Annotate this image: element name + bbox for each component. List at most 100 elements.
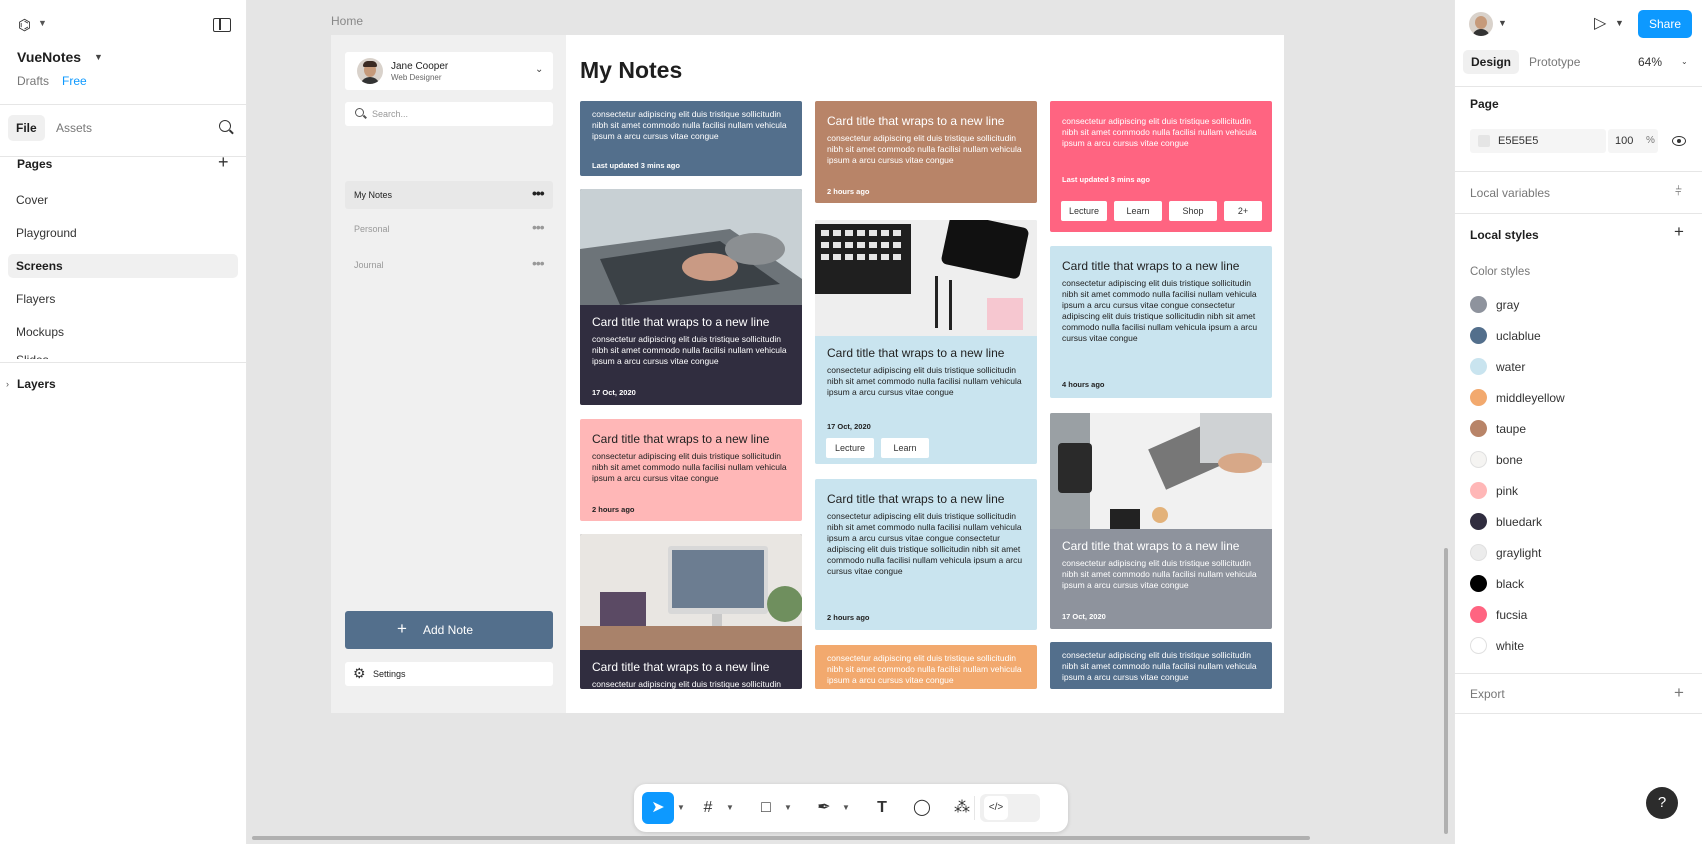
page-item-cover[interactable]: Cover: [8, 188, 238, 212]
variables-icon[interactable]: ⫩: [1675, 184, 1682, 199]
frame-label[interactable]: Home: [331, 14, 363, 28]
page-color-hex[interactable]: E5E5E5: [1498, 135, 1538, 147]
note-card[interactable]: Card title that wraps to a new line cons…: [1050, 413, 1272, 629]
nav-item-my-notes[interactable]: My Notes •••: [345, 181, 553, 209]
chevron-down-icon[interactable]: ▼: [677, 803, 685, 812]
search-icon: [355, 108, 364, 117]
more-icon[interactable]: •••: [532, 255, 545, 271]
help-button[interactable]: ?: [1646, 787, 1678, 819]
move-tool-icon[interactable]: ➤: [642, 792, 674, 824]
card-date: 17 Oct, 2020: [827, 422, 871, 431]
dev-mode-toggle[interactable]: </>: [980, 794, 1040, 822]
canvas[interactable]: Home Jane Cooper Web Designer ⌄ Search..…: [248, 0, 1454, 844]
note-card[interactable]: Card title that wraps to a new line cons…: [580, 534, 802, 689]
chevron-down-icon[interactable]: ▼: [1615, 18, 1624, 28]
project-name[interactable]: VueNotes: [17, 49, 81, 65]
note-card[interactable]: consectetur adipiscing elit duis tristiq…: [1050, 642, 1272, 689]
card-body: consectetur adipiscing elit duis tristiq…: [592, 679, 781, 689]
page-opacity-field[interactable]: 100 %: [1608, 129, 1658, 153]
plan-badge[interactable]: Free: [62, 74, 87, 88]
layers-section[interactable]: › Layers: [0, 362, 247, 391]
frame-tool-icon[interactable]: #: [692, 792, 724, 824]
color-swatch[interactable]: [1478, 135, 1490, 147]
add-style-icon[interactable]: +: [1674, 222, 1684, 242]
more-icon[interactable]: •••: [532, 185, 545, 201]
local-variables-label[interactable]: Local variables: [1470, 186, 1550, 200]
add-page-icon[interactable]: +: [218, 152, 229, 173]
add-export-icon[interactable]: +: [1674, 683, 1684, 703]
tag-chip[interactable]: Lecture: [826, 438, 874, 458]
chevron-down-icon[interactable]: ▼: [38, 18, 47, 28]
note-card[interactable]: consectetur adipiscing elit duis tristiq…: [580, 101, 802, 176]
search-placeholder: Search...: [372, 109, 409, 119]
tab-prototype[interactable]: Prototype: [1529, 50, 1580, 74]
home-frame[interactable]: Jane Cooper Web Designer ⌄ Search... My …: [331, 35, 1284, 713]
local-variables-section[interactable]: Local variables: [1455, 171, 1702, 213]
add-note-button[interactable]: + Add Note: [345, 611, 553, 649]
export-label[interactable]: Export: [1470, 687, 1505, 701]
avatar[interactable]: [1469, 12, 1493, 36]
chevron-down-icon[interactable]: ▼: [842, 803, 850, 812]
card-title: Card title that wraps to a new line: [827, 114, 1005, 128]
note-card[interactable]: Card title that wraps to a new line cons…: [815, 479, 1037, 630]
share-button[interactable]: Share: [1638, 10, 1692, 38]
nav-label: Journal: [354, 260, 384, 270]
nav-item-journal[interactable]: Journal •••: [345, 251, 553, 279]
card-title: Card title that wraps to a new line: [1062, 539, 1240, 553]
tab-file[interactable]: File: [8, 115, 45, 141]
chevron-down-icon[interactable]: ▼: [94, 52, 103, 62]
note-card[interactable]: consectetur adipiscing elit duis tristiq…: [815, 645, 1037, 689]
tag-chip[interactable]: Learn: [1114, 201, 1162, 221]
user-card[interactable]: Jane Cooper Web Designer ⌄: [345, 52, 553, 90]
tab-assets[interactable]: Assets: [48, 115, 100, 141]
note-card[interactable]: Card title that wraps to a new line cons…: [1050, 246, 1272, 398]
note-card[interactable]: Card title that wraps to a new line cons…: [815, 101, 1037, 203]
figma-logo-icon[interactable]: ⌬: [18, 16, 31, 34]
eye-icon[interactable]: [1672, 136, 1686, 146]
note-card[interactable]: Card title that wraps to a new line cons…: [580, 419, 802, 521]
card-date: 2 hours ago: [592, 505, 635, 514]
horizontal-scrollbar[interactable]: [252, 836, 1310, 840]
color-swatch: [1470, 544, 1487, 561]
page-item-partial[interactable]: Slides: [8, 353, 238, 359]
chevron-right-icon[interactable]: ›: [6, 379, 9, 389]
vertical-scrollbar[interactable]: [1444, 548, 1448, 834]
chevron-down-icon[interactable]: ▼: [726, 803, 734, 812]
tag-chip[interactable]: Learn: [881, 438, 929, 458]
chevron-down-icon[interactable]: ▼: [1498, 18, 1507, 28]
chevron-down-icon[interactable]: ⌄: [1681, 57, 1688, 66]
more-icon[interactable]: •••: [532, 219, 545, 235]
search-icon[interactable]: [219, 120, 231, 132]
chevron-down-icon[interactable]: ▼: [784, 803, 792, 812]
comment-tool-icon[interactable]: ◯: [906, 792, 938, 824]
drafts-link[interactable]: Drafts: [17, 74, 49, 88]
settings-button[interactable]: ⚙ Settings: [345, 662, 553, 686]
tag-chip[interactable]: Lecture: [1061, 201, 1107, 221]
search-input[interactable]: Search...: [345, 102, 553, 126]
note-card[interactable]: Card title that wraps to a new line cons…: [580, 189, 802, 405]
zoom-level[interactable]: 64%: [1638, 50, 1662, 74]
page-item-flayers[interactable]: Flayers: [8, 287, 238, 311]
page-item-playground[interactable]: Playground: [8, 221, 238, 245]
color-style-name: middleyellow: [1496, 391, 1565, 405]
note-card[interactable]: Card title that wraps to a new line cons…: [815, 220, 1037, 464]
export-section[interactable]: Export: [1455, 673, 1702, 713]
pen-tool-icon[interactable]: ✒: [808, 792, 840, 824]
chevron-down-icon[interactable]: ⌄: [535, 64, 543, 75]
sidebar-toggle-icon[interactable]: [213, 18, 231, 32]
layers-label[interactable]: Layers: [17, 377, 56, 391]
rectangle-tool-icon[interactable]: □: [750, 792, 782, 824]
text-tool-icon[interactable]: T: [866, 792, 898, 824]
opacity-value[interactable]: 100: [1615, 135, 1633, 147]
tab-design[interactable]: Design: [1463, 50, 1520, 74]
tag-chip[interactable]: Shop: [1169, 201, 1217, 221]
page-color-field[interactable]: E5E5E5: [1470, 129, 1606, 153]
color-style-name: taupe: [1496, 422, 1527, 436]
play-icon[interactable]: ▷: [1594, 13, 1606, 33]
settings-label: Settings: [373, 669, 406, 679]
note-card[interactable]: consectetur adipiscing elit duis tristiq…: [1050, 101, 1272, 232]
tag-chip[interactable]: 2+: [1224, 201, 1262, 221]
page-item-screens[interactable]: Screens: [8, 254, 238, 278]
page-item-mockups[interactable]: Mockups: [8, 320, 238, 344]
nav-item-personal[interactable]: Personal •••: [345, 215, 553, 243]
